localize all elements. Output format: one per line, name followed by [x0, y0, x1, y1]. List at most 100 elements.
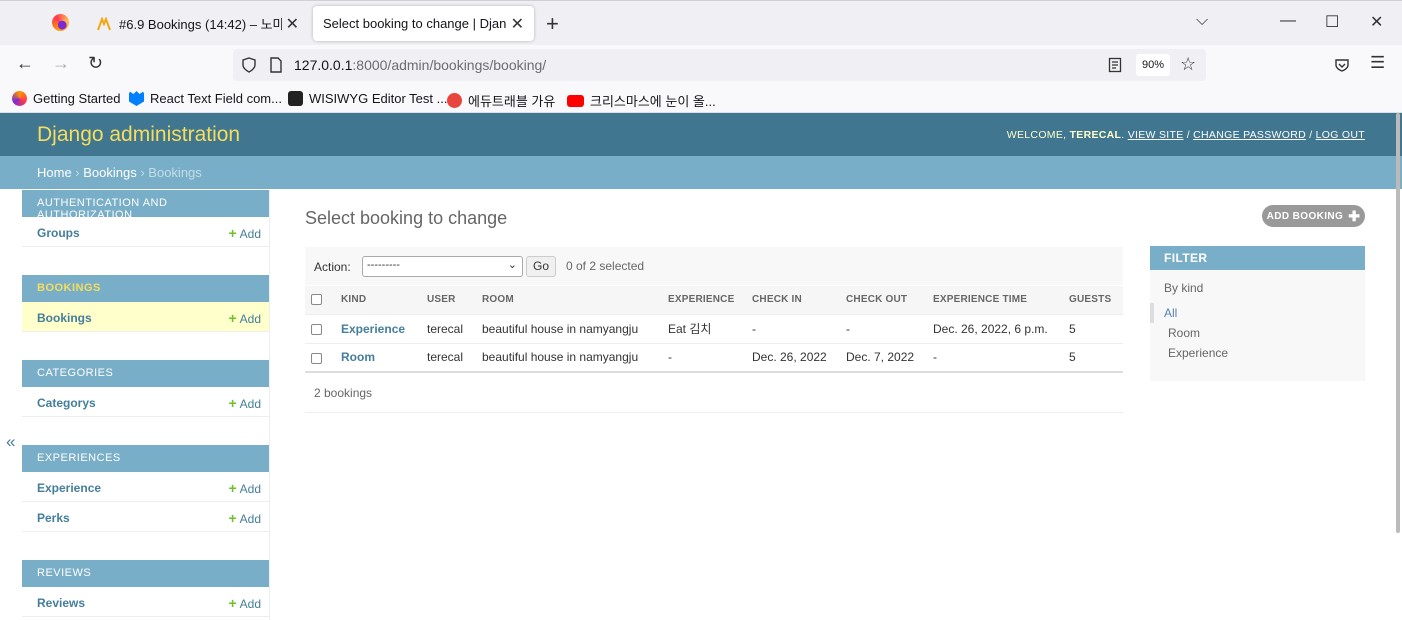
breadcrumb: Home › Bookings › Bookings — [0, 156, 1402, 189]
action-select[interactable]: --------- ⌄ — [362, 256, 523, 277]
back-icon[interactable]: ← — [16, 53, 34, 74]
add-link[interactable]: + Add — [228, 225, 261, 241]
sidebar-item-groups: Groups + Add — [22, 217, 269, 247]
add-link[interactable]: + Add — [228, 310, 261, 326]
column-header[interactable]: Check out — [840, 286, 927, 315]
tab-bookings-video[interactable]: #6.9 Bookings (14:42) – 노마드 ✕ — [87, 6, 309, 41]
bookmark-label: Getting Started — [33, 91, 121, 106]
star-bookmark-icon[interactable]: ☆ — [1180, 54, 1196, 75]
plus-icon: ✚ — [1348, 207, 1361, 224]
breadcrumb-bookings-app[interactable]: Bookings — [83, 165, 136, 180]
add-label: Add — [239, 482, 261, 496]
bookmark-react-text-field[interactable]: React Text Field com... — [129, 91, 282, 106]
cell-check-in: - — [746, 314, 840, 344]
filter-option-all[interactable]: All — [1150, 303, 1242, 323]
youtube-icon — [567, 94, 584, 107]
close-window-icon[interactable]: ✕ — [1370, 12, 1383, 32]
go-button[interactable]: Go — [526, 256, 556, 277]
username: terecal — [1069, 129, 1122, 141]
module-auth: Authentication and Authorization Groups … — [22, 190, 269, 247]
row-checkbox[interactable] — [311, 352, 322, 364]
page-icon[interactable] — [269, 57, 283, 73]
add-link[interactable]: + Add — [228, 595, 261, 611]
list-all-tabs-icon[interactable]: ⌵ — [1196, 12, 1208, 30]
firefox-menu-icon[interactable] — [52, 14, 69, 31]
filter-option-experience[interactable]: Experience — [1150, 343, 1242, 363]
welcome-text: Welcome, — [1006, 129, 1067, 141]
cell-experience: Eat 김치 — [662, 314, 746, 344]
bookmark-edutravel[interactable]: 에듀트래블 가유 — [447, 91, 555, 110]
url-bar[interactable]: 127.0.0.1:8000/admin/bookings/booking/ 9… — [233, 49, 1206, 81]
toggle-nav-sidebar-button[interactable]: « — [6, 432, 15, 452]
sidebar-item-reviews: Reviews + Add — [22, 587, 269, 617]
module-header[interactable]: Bookings — [22, 275, 269, 302]
row-link[interactable]: Experience — [341, 322, 405, 336]
forward-icon[interactable]: → — [52, 53, 70, 74]
tab-select-booking[interactable]: Select booking to change | Django ✕ — [313, 6, 534, 41]
view-site-link[interactable]: View site — [1128, 129, 1184, 141]
model-link[interactable]: Groups — [37, 226, 80, 240]
row-select-cell — [305, 343, 335, 373]
minimize-icon[interactable]: — — [1280, 12, 1296, 30]
url-text[interactable]: 127.0.0.1:8000/admin/bookings/booking/ — [294, 57, 546, 73]
module-header[interactable]: Experiences — [22, 445, 269, 472]
module-header[interactable]: Categories — [22, 360, 269, 387]
bookmark-wysiwyg-editor[interactable]: WISIWYG Editor Test ... — [288, 91, 447, 106]
log-out-link[interactable]: Log out — [1316, 129, 1365, 141]
maximize-icon[interactable]: ☐ — [1325, 12, 1339, 32]
cell-user: terecal — [421, 314, 476, 344]
column-header[interactable]: Guests — [1063, 286, 1123, 315]
reload-icon[interactable]: ↻ — [88, 53, 103, 74]
cell-check-in: Dec. 26, 2022 — [746, 343, 840, 373]
model-link[interactable]: Reviews — [37, 596, 85, 610]
filter-option-room[interactable]: Room — [1150, 323, 1242, 343]
page-title: Select booking to change — [305, 208, 508, 228]
model-link[interactable]: Bookings — [37, 311, 92, 325]
reader-view-icon[interactable] — [1108, 57, 1122, 73]
hamburger-menu-icon[interactable]: ☰ — [1370, 53, 1385, 73]
changelist-filter: Filter By kind All Room Experience — [1150, 246, 1365, 381]
close-tab-icon[interactable]: ✕ — [511, 14, 524, 34]
browser-tab-bar: #6.9 Bookings (14:42) – 노마드 ✕ Select boo… — [0, 0, 1402, 45]
select-all-checkbox[interactable] — [311, 294, 322, 306]
column-header[interactable]: User — [421, 286, 476, 315]
model-link[interactable]: Experience — [37, 481, 101, 495]
model-link[interactable]: Categorys — [37, 396, 96, 410]
add-booking-button[interactable]: Add booking ✚ — [1262, 205, 1365, 227]
bookmark-youtube-video[interactable]: 크리스마스에 눈이 올... — [567, 91, 716, 110]
cell-experience-time: - — [927, 343, 1063, 373]
module-header[interactable]: Authentication and Authorization — [22, 190, 269, 221]
new-tab-icon[interactable]: + — [546, 11, 559, 37]
table-row: Room terecal beautiful house in namyangj… — [305, 343, 1123, 373]
add-link[interactable]: + Add — [228, 510, 261, 526]
column-header[interactable]: Kind — [335, 286, 421, 315]
table-row: Experience terecal beautiful house in na… — [305, 314, 1123, 344]
add-link[interactable]: + Add — [228, 395, 261, 411]
column-header[interactable]: Experience time — [927, 286, 1063, 315]
column-header[interactable]: Check in — [746, 286, 840, 315]
shield-icon[interactable] — [241, 57, 257, 73]
column-header[interactable]: Experience — [662, 286, 746, 315]
pocket-icon[interactable] — [1334, 57, 1350, 73]
breadcrumb-home[interactable]: Home — [37, 165, 72, 180]
actions-bar: Action: --------- ⌄ Go 0 of 2 selected — [305, 247, 1123, 285]
nomad-icon — [97, 16, 111, 30]
row-checkbox[interactable] — [311, 323, 322, 335]
result-list: Kind User Room Experience Check in Check… — [305, 286, 1123, 373]
cell-kind: Room — [335, 343, 421, 373]
filter-header: Filter — [1150, 246, 1365, 270]
module-header[interactable]: Reviews — [22, 560, 269, 587]
row-link[interactable]: Room — [341, 350, 375, 364]
tab-title: Select booking to change | Django — [323, 16, 507, 31]
zoom-level[interactable]: 90% — [1136, 54, 1170, 76]
filter-by-label: By kind — [1164, 281, 1204, 295]
add-link[interactable]: + Add — [228, 480, 261, 496]
model-link[interactable]: Perks — [37, 511, 70, 525]
change-password-link[interactable]: Change password — [1193, 129, 1306, 141]
url-host: 127.0.0.1 — [294, 57, 353, 73]
scrollbar[interactable] — [1396, 113, 1400, 533]
bookmark-getting-started[interactable]: Getting Started — [12, 91, 120, 106]
close-tab-icon[interactable]: ✕ — [286, 14, 299, 34]
site-name[interactable]: Django administration — [37, 123, 240, 147]
column-header[interactable]: Room — [476, 286, 662, 315]
